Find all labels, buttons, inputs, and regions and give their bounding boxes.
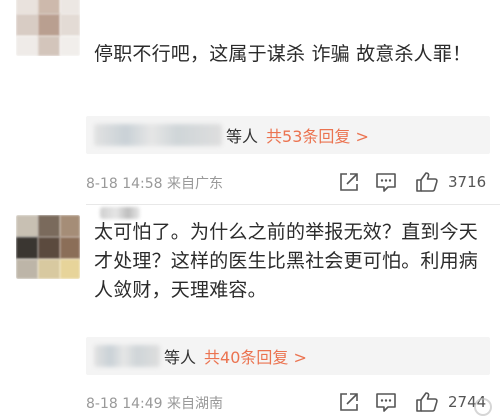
comment-meta-row: 8-18 14:49 来自湖南 2744 — [86, 389, 496, 417]
comment-timestamp: 8-18 14:58 来自广东 — [86, 176, 224, 192]
watermark-icon — [474, 398, 492, 416]
blurred-reply-names — [94, 124, 222, 146]
comment-meta-row: 8-18 14:58 来自广东 3716 — [86, 169, 496, 197]
like-count: 3716 — [448, 173, 487, 191]
replies-suffix: 等人 — [164, 348, 197, 367]
share-icon[interactable] — [336, 389, 362, 415]
comment-timestamp: 8-18 14:49 来自湖南 — [86, 396, 224, 412]
thumbs-up-icon[interactable] — [414, 389, 440, 415]
comment-icon[interactable] — [373, 169, 399, 195]
thumbs-up-icon[interactable] — [414, 169, 440, 195]
avatar[interactable] — [16, 0, 80, 56]
replies-summary[interactable]: 等人 共53条回复 > — [86, 116, 490, 154]
comment-text: 停职不行吧，这属于谋杀 诈骗 故意杀人罪！ — [94, 43, 472, 65]
view-replies-link[interactable]: 共40条回复 > — [204, 344, 307, 368]
comment-icon[interactable] — [373, 389, 399, 415]
comment-text: 太可怕了。为什么之前的举报无效？直到今天才处理？这样的医生比黑社会更可怕。利用病… — [94, 221, 479, 301]
avatar[interactable] — [16, 215, 80, 279]
blurred-reply-names — [94, 345, 160, 367]
replies-summary[interactable]: 等人 共40条回复 > — [86, 337, 490, 375]
share-icon[interactable] — [336, 169, 362, 195]
view-replies-link[interactable]: 共53条回复 > — [266, 123, 369, 147]
comment-item: 停职不行吧，这属于谋杀 诈骗 故意杀人罪！ 等人 共53条回复 > 8-18 1… — [0, 0, 500, 205]
replies-suffix: 等人 — [226, 127, 259, 146]
comment-item: 太可怕了。为什么之前的举报无效？直到今天才处理？这样的医生比黑社会更可怕。利用病… — [0, 205, 500, 420]
